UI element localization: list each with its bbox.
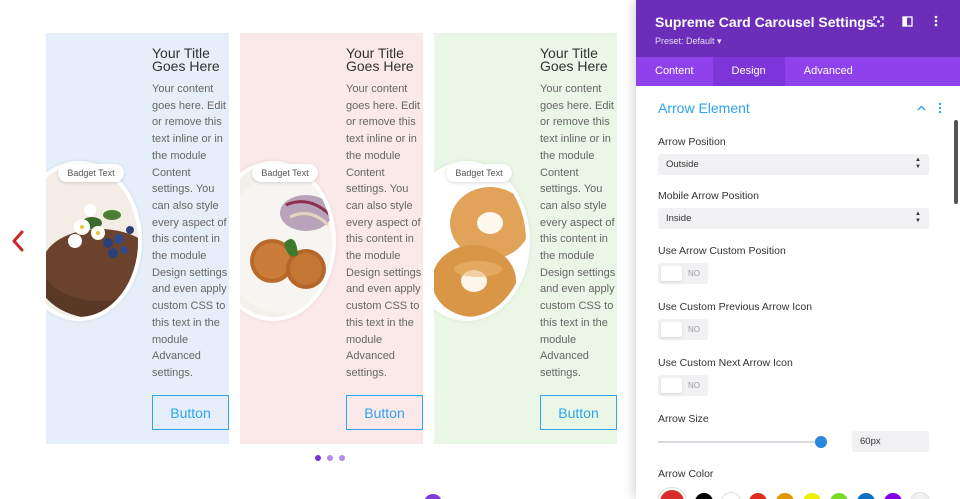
arrow-size-label: Arrow Size [658,413,709,425]
builder-add-button[interactable] [424,494,442,499]
toggle-state: NO [688,325,700,334]
section-title: Arrow Element [658,100,750,116]
custom-next-icon-label: Use Custom Next Arrow Icon [658,357,793,369]
card-image [46,161,142,321]
custom-prev-icon-toggle[interactable]: NO [658,319,708,340]
mobile-arrow-position-select[interactable]: Inside ▲ ▼ [658,208,929,229]
select-arrows-icon: ▲ ▼ [915,157,921,170]
tab-advanced[interactable]: Advanced [785,57,872,86]
carousel-card: Badget Text Your Title Goes Here Your co… [240,33,423,444]
preset-selector[interactable]: Preset: Default ▾ [655,36,941,47]
arrow-size-input[interactable]: 60px [852,431,929,452]
color-swatch[interactable] [776,493,794,499]
more-vertical-icon[interactable] [930,15,942,27]
card-body: Your content goes here. Edit or remove t… [346,83,422,379]
range-thumb[interactable] [814,436,827,448]
arrow-color-label: Arrow Color [658,468,714,480]
pagination-dot[interactable] [315,455,321,461]
card-button[interactable]: Button [346,395,423,430]
custom-prev-icon-label: Use Custom Previous Arrow Icon [658,301,813,313]
card-image [434,161,530,321]
color-swatch[interactable] [884,493,902,499]
carousel-pagination [315,455,345,461]
panel-tabs: Content Design Advanced [636,57,960,86]
pagination-dot[interactable] [327,455,333,461]
toggle-knob [661,322,682,337]
chevron-left-icon [12,230,24,252]
panel-header: Supreme Card Carousel Settings Preset: D… [636,0,960,57]
select-value: Outside [666,159,699,170]
builder-canvas: Badget Text Your Title Goes Here Your co… [0,0,960,499]
card-title: Your Title Goes Here [346,45,414,74]
carousel-card: Badget Text Your Title Goes Here Your co… [434,33,617,444]
select-value: Inside [666,213,692,224]
settings-panel: Supreme Card Carousel Settings Preset: D… [636,0,960,499]
card-button[interactable]: Button [540,395,617,430]
card-body: Your content goes here. Edit or remove t… [540,83,616,379]
select-arrows-icon: ▲ ▼ [915,211,921,224]
mobile-arrow-position-label: Mobile Arrow Position [658,190,759,202]
card-badge: Badget Text [252,164,318,182]
toggle-state: NO [688,269,700,278]
section-body: Arrow Position Outside ▲ ▼ Mobile Arrow P… [636,136,960,499]
carousel-card: Badget Text Your Title Goes Here Your co… [46,33,229,444]
card-image [240,161,336,321]
color-swatch[interactable] [695,493,713,499]
card-button[interactable]: Button [152,395,229,430]
card-body: Your content goes here. Edit or remove t… [152,83,228,379]
toggle-knob [661,378,682,393]
custom-position-toggle[interactable]: NO [658,263,708,284]
color-swatch[interactable] [857,493,875,499]
panel-scrollbar[interactable] [954,120,958,204]
custom-next-icon-toggle[interactable]: NO [658,375,708,396]
split-view-icon[interactable] [901,15,913,27]
color-swatch[interactable] [722,493,740,499]
arrow-color-palette [658,488,929,499]
selected-color-swatch[interactable] [658,488,686,499]
color-swatch[interactable] [803,493,821,499]
chevron-up-icon[interactable] [917,105,926,111]
color-swatch[interactable] [911,493,929,499]
arrow-size-range: 60px [658,431,929,452]
toggle-state: NO [688,381,700,390]
tab-design[interactable]: Design [712,57,785,86]
card-title: Your Title Goes Here [540,45,608,74]
color-swatch[interactable] [749,493,767,499]
pagination-dot[interactable] [339,455,345,461]
section-header[interactable]: Arrow Element [636,86,960,128]
card-badge: Badget Text [446,164,512,182]
toggle-knob [661,266,682,281]
range-track[interactable] [658,441,826,443]
card-title: Your Title Goes Here [152,45,220,74]
card-badge: Badget Text [58,164,124,182]
arrow-position-label: Arrow Position [658,136,726,148]
custom-position-label: Use Arrow Custom Position [658,245,786,257]
color-swatch[interactable] [830,493,848,499]
tab-content[interactable]: Content [636,57,713,86]
focus-icon[interactable] [872,15,884,27]
section-more-icon[interactable] [938,102,942,114]
carousel-prev-arrow[interactable] [6,226,30,256]
arrow-position-select[interactable]: Outside ▲ ▼ [658,154,929,175]
